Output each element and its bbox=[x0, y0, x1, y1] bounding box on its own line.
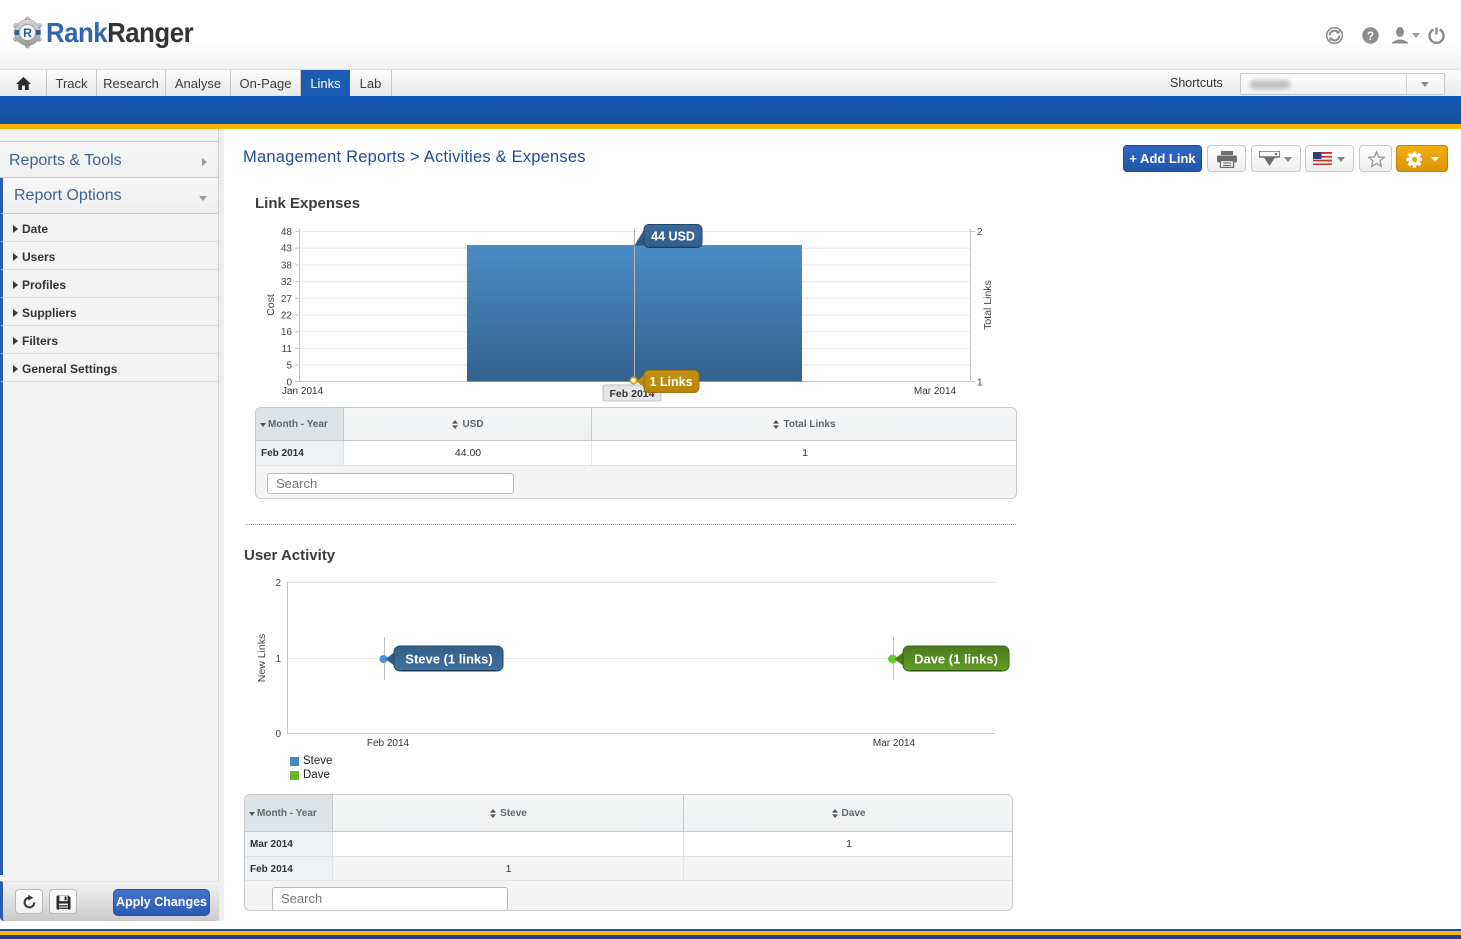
svg-text:2: 2 bbox=[977, 227, 983, 238]
svg-text:R: R bbox=[23, 26, 32, 40]
svg-text:Dave (1 links): Dave (1 links) bbox=[914, 652, 998, 667]
svg-text:5: 5 bbox=[286, 361, 292, 372]
svg-text:27: 27 bbox=[281, 294, 293, 305]
svg-text:43: 43 bbox=[281, 244, 293, 255]
svg-text:48: 48 bbox=[281, 227, 293, 238]
svg-text:?: ? bbox=[1367, 29, 1374, 43]
svg-text:16: 16 bbox=[281, 327, 293, 338]
svg-text:New Links: New Links bbox=[256, 634, 268, 682]
svg-text:1: 1 bbox=[977, 377, 983, 388]
svg-text:Feb 2014: Feb 2014 bbox=[367, 738, 410, 749]
svg-text:38: 38 bbox=[281, 260, 293, 271]
svg-text:Jan 2014: Jan 2014 bbox=[282, 386, 324, 397]
svg-text:0: 0 bbox=[275, 729, 281, 740]
svg-text:Total Links: Total Links bbox=[982, 280, 994, 330]
svg-text:1 Links: 1 Links bbox=[649, 375, 692, 389]
svg-text:Mar 2014: Mar 2014 bbox=[873, 738, 916, 749]
svg-text:Steve (1 links): Steve (1 links) bbox=[405, 652, 492, 667]
svg-text:Mar 2014: Mar 2014 bbox=[914, 386, 957, 397]
svg-text:22: 22 bbox=[281, 311, 293, 322]
svg-text:11: 11 bbox=[282, 344, 293, 355]
svg-text:44 USD: 44 USD bbox=[651, 230, 695, 244]
svg-text:Cost: Cost bbox=[265, 294, 277, 316]
svg-text:32: 32 bbox=[281, 277, 293, 288]
svg-text:2: 2 bbox=[275, 578, 281, 589]
svg-text:1: 1 bbox=[275, 654, 281, 665]
